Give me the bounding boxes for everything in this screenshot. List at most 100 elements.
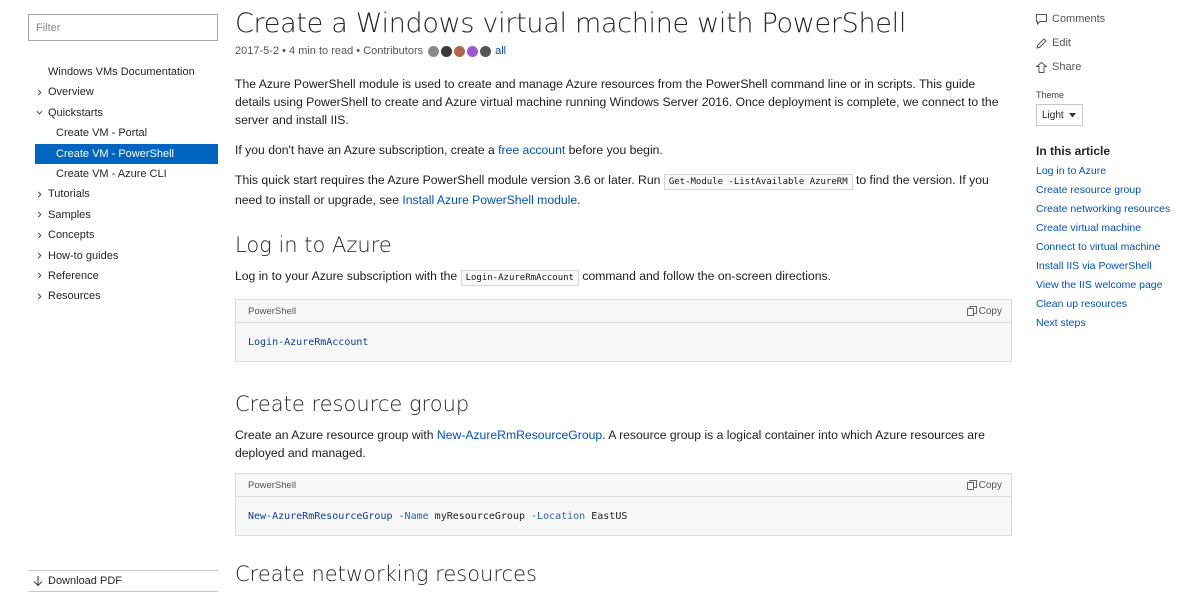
sidebar-item-samples[interactable]: Samples (28, 205, 218, 225)
code-language: PowerShell (248, 305, 297, 317)
code-header: PowerShell Copy (236, 300, 1011, 323)
avatar[interactable] (467, 45, 479, 57)
chevron-right-icon[interactable] (34, 286, 44, 306)
login-text: Log in to your Azure subscription with t… (235, 269, 461, 283)
chevron-right-icon[interactable] (34, 205, 44, 225)
article-link-next-steps[interactable]: Next steps (1036, 314, 1170, 333)
in-this-article-list: Log in to Azure Create resource group Crea… (1036, 162, 1170, 333)
article: Create a Windows virtual machine with Po… (235, 0, 1013, 586)
sidebar-toc: Windows VMs Documentation Overview Quickst… (28, 14, 218, 601)
sidebar-item-create-vm-powershell[interactable]: Create VM - PowerShell (35, 143, 218, 164)
sidebar-item-concepts[interactable]: Concepts (28, 225, 218, 245)
subscription-paragraph: If you don't have an Azure subscription,… (235, 141, 1013, 159)
share-icon (1036, 61, 1047, 73)
free-account-link[interactable]: free account (498, 143, 565, 157)
sidebar-item-label: Create VM - Azure CLI (56, 167, 167, 180)
sidebar-item-label: Create VM - PowerShell (56, 147, 174, 160)
all-contributors-link[interactable]: all (495, 45, 506, 57)
chevron-right-icon[interactable] (34, 82, 44, 102)
chevron-right-icon[interactable] (34, 225, 44, 245)
subscription-text: If you don't have an Azure subscription,… (235, 143, 499, 157)
sidebar-item-reference[interactable]: Reference (28, 266, 218, 286)
code-token: -Name (398, 510, 429, 522)
toc-list: Windows VMs Documentation Overview Quickst… (28, 62, 218, 307)
copy-button[interactable]: Copy (966, 306, 1002, 317)
avatar[interactable] (454, 45, 466, 57)
install-powershell-link[interactable]: Install Azure PowerShell module (402, 193, 577, 207)
code-token: New-AzureRmResourceGroup (248, 510, 393, 522)
article-link-create-virtual-machine[interactable]: Create virtual machine (1036, 219, 1170, 238)
sidebar-item-tutorials[interactable]: Tutorials (28, 184, 218, 204)
chevron-right-icon[interactable] (34, 246, 44, 266)
new-azurermresourcegroup-link[interactable]: New-AzureRmResourceGroup (437, 428, 602, 442)
meta-separator: • (279, 45, 290, 57)
sidebar-item-label: Overview (48, 86, 94, 99)
sidebar-item-label: Samples (48, 208, 91, 221)
avatar[interactable] (480, 45, 492, 57)
resource-group-paragraph: Create an Azure resource group with New-… (235, 426, 1013, 462)
copy-button[interactable]: Copy (966, 479, 1002, 491)
edit-button[interactable]: Edit (1036, 37, 1071, 49)
requirements-text-end: . (577, 193, 581, 207)
code-token: EastUS (591, 510, 628, 522)
download-pdf-button[interactable]: Download PDF (28, 570, 218, 592)
code-header: PowerShell Copy (236, 474, 1011, 497)
code-token: -Location (531, 510, 586, 522)
theme-value: Light (1042, 109, 1064, 121)
chevron-right-icon[interactable] (34, 184, 44, 204)
article-link-clean-up-resources[interactable]: Clean up resources (1036, 295, 1170, 314)
article-link-connect-to-virtual-machine[interactable]: Connect to virtual machine (1036, 238, 1170, 257)
page-title: Create a Windows virtual machine with Po… (235, 8, 907, 39)
sidebar-item-label: Tutorials (48, 188, 90, 201)
code-token: Login-AzureRmAccount (248, 336, 369, 348)
comments-button[interactable]: Comments (1036, 13, 1105, 25)
sidebar-item-quickstarts[interactable]: Quickstarts (28, 103, 218, 123)
sidebar-item-label: How-to guides (48, 249, 119, 262)
sidebar-item-overview[interactable]: Overview (28, 82, 218, 102)
article-link-install-iis-via-powershell[interactable]: Install IIS via PowerShell (1036, 257, 1170, 276)
edit-label: Edit (1052, 37, 1071, 49)
chevron-down-icon[interactable] (34, 103, 44, 123)
share-button[interactable]: Share (1036, 61, 1081, 73)
article-link-create-resource-group[interactable]: Create resource group (1036, 181, 1170, 200)
sidebar-item-how-to-guides[interactable]: How-to guides (28, 246, 218, 266)
sidebar-item-create-vm-azure-cli[interactable]: Create VM - Azure CLI (28, 164, 218, 184)
article-link-view-the-iis-welcome-page[interactable]: View the IIS welcome page (1036, 276, 1170, 295)
sidebar-item-label: Reference (48, 269, 99, 282)
download-icon (30, 575, 46, 587)
code-content: New-AzureRmResourceGroup -Name myResourc… (236, 497, 1011, 535)
heading-resource-group: Create resource group (235, 392, 470, 416)
article-meta: 2017-5-2 • 4 min to read • Contributors … (235, 43, 1013, 59)
heading-networking: Create networking resources (235, 562, 537, 586)
copy-label: Copy (978, 479, 1002, 491)
filter-input[interactable] (28, 14, 218, 41)
sidebar-item-label: Resources (48, 290, 101, 303)
in-this-article-heading: In this article (1036, 144, 1111, 158)
sidebar-item-resources[interactable]: Resources (28, 286, 218, 306)
sidebar-item-create-vm-portal[interactable]: Create VM - Portal (28, 123, 218, 143)
inline-code-login: Login-AzureRmAccount (460, 270, 579, 286)
intro-paragraph: The Azure PowerShell module is used to c… (235, 77, 999, 127)
article-link-log-in-to-azure[interactable]: Log in to Azure (1036, 162, 1170, 181)
heading-log-in: Log in to Azure (235, 233, 392, 257)
code-content: Login-AzureRmAccount (236, 323, 1011, 361)
meta-separator: • (353, 45, 364, 57)
contributor-avatars (428, 45, 493, 57)
pencil-icon (1036, 37, 1047, 49)
article-link-create-networking-resources[interactable]: Create networking resources (1036, 200, 1170, 219)
sidebar-item-label: Windows VMs Documentation (48, 66, 195, 78)
theme-select[interactable]: Light (1036, 104, 1083, 126)
avatar[interactable] (428, 45, 440, 57)
code-token: myResourceGroup (434, 510, 525, 522)
rg-text: Create an Azure resource group with (235, 428, 437, 442)
sidebar-item-windows-vms-documentation[interactable]: Windows VMs Documentation (28, 62, 218, 82)
copy-icon (966, 480, 977, 490)
avatar[interactable] (441, 45, 453, 57)
requirements-text: This quick start requires the Azure Powe… (235, 173, 664, 187)
subscription-text-end: before you begin. (565, 143, 663, 157)
sidebar-item-label: Concepts (48, 229, 95, 242)
theme-label: Theme (1036, 90, 1065, 100)
caret-down-icon (1069, 112, 1076, 117)
download-pdf-label: Download PDF (48, 575, 122, 587)
chevron-right-icon[interactable] (34, 266, 44, 286)
